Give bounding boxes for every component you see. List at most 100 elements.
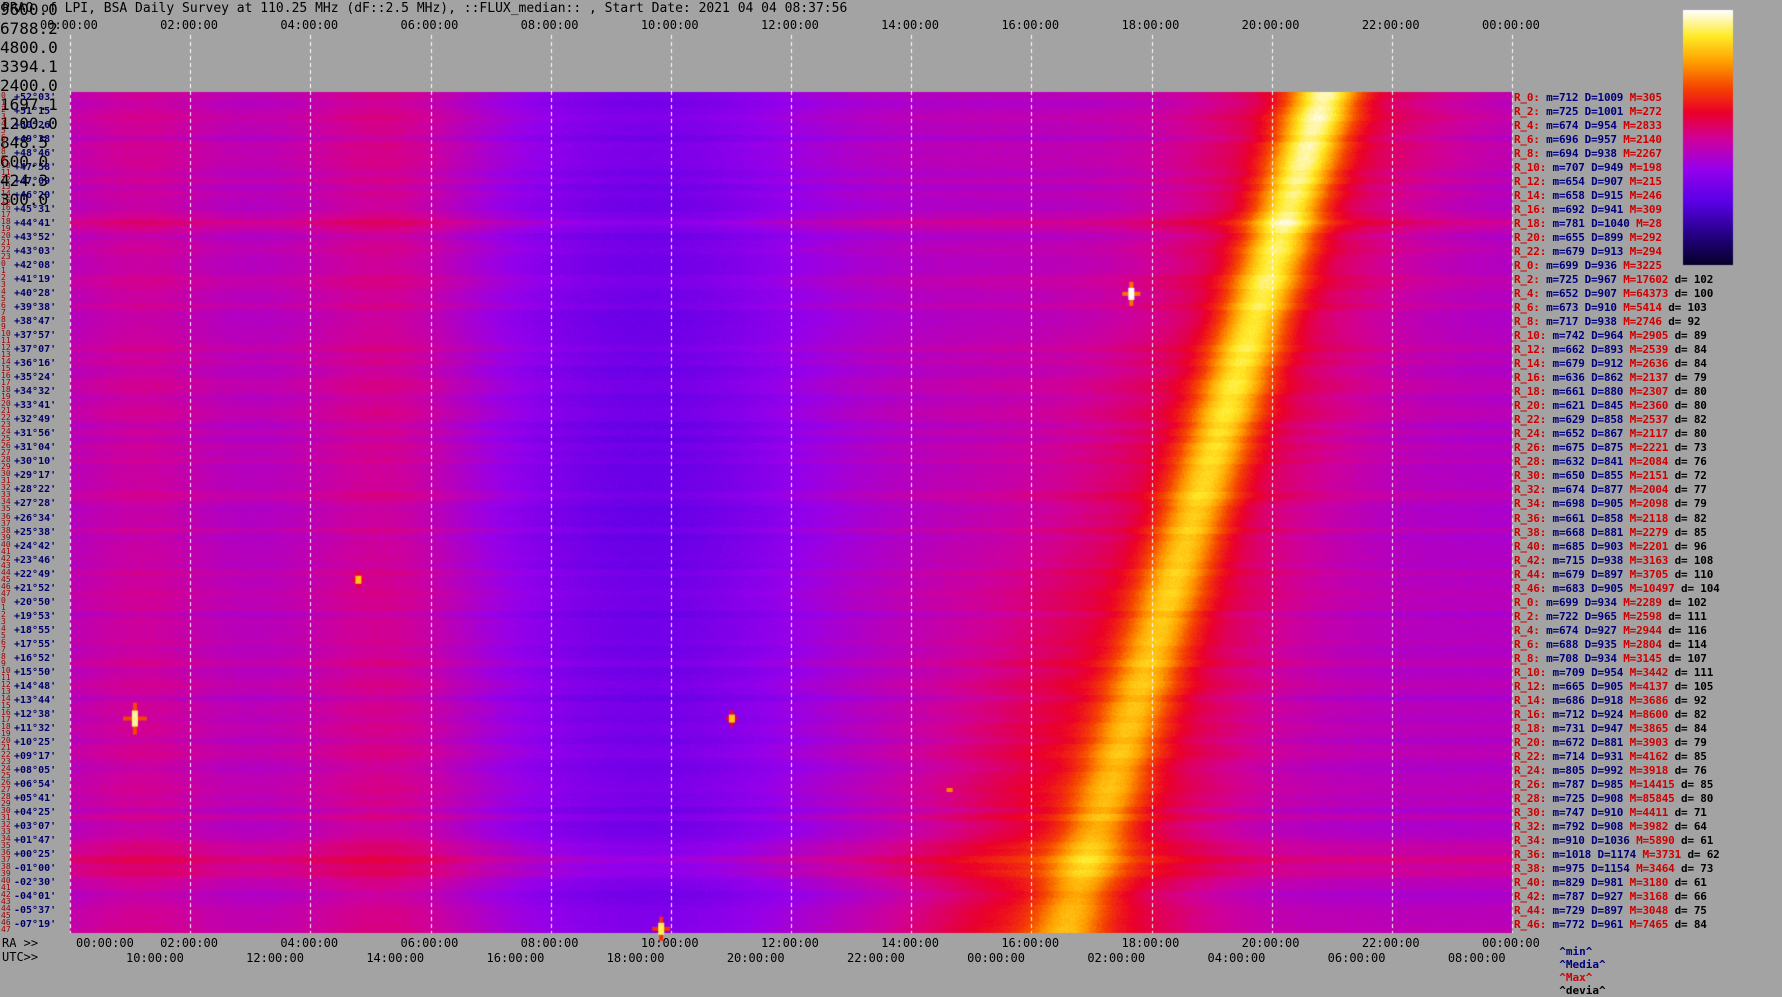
stat-D: D=992 <box>1591 763 1630 777</box>
stat-r: R_4: <box>1514 623 1547 637</box>
declination-label: +27°28' <box>14 498 57 510</box>
bottom-ra-tick-label: 00:00:00 <box>76 936 134 950</box>
stat-r: R_38: <box>1514 861 1553 875</box>
stat-D: D=897 <box>1591 903 1630 917</box>
stat-r: R_2: <box>1514 273 1547 287</box>
beam-stat-row: R_38: m=975 D=1154 M=3464 d= 73 <box>1514 862 1720 875</box>
bottom-ra-tick-label: 20:00:00 <box>1241 936 1300 950</box>
stat-D: D=927 <box>1584 623 1624 637</box>
stat-m: m=747 <box>1552 805 1592 819</box>
beam-stat-row: R_24: m=805 D=992 M=3918 d= 76 <box>1514 764 1713 777</box>
declination-label: -05°37' <box>14 904 57 916</box>
stat-m: m=632 <box>1552 455 1592 469</box>
stat-D: D=915 <box>1591 189 1630 203</box>
declination-label: +30°10' <box>14 456 57 468</box>
stat-M: M=2833 <box>1623 119 1669 133</box>
stat-m: m=910 <box>1552 833 1592 847</box>
stat-m: m=679 <box>1552 357 1592 371</box>
stat-d: d= 111 <box>1674 665 1720 679</box>
declination-label: +13°44' <box>14 694 57 706</box>
stats-legend: ^min^ ^Media^ ^Max^ ^devia^ <box>1546 932 1605 997</box>
stat-M: M=2201 <box>1629 539 1675 553</box>
declination-label: +15°50' <box>14 666 57 678</box>
stat-m: m=661 <box>1552 385 1592 399</box>
declination-label: +12°38' <box>14 708 57 720</box>
stat-D: D=858 <box>1591 511 1630 525</box>
stat-m: m=674 <box>1546 623 1585 637</box>
stat-r: R_34: <box>1514 497 1553 511</box>
stat-r: R_18: <box>1514 217 1553 231</box>
stat-d: d= 85 <box>1674 525 1714 539</box>
stat-M: M=2804 <box>1623 637 1669 651</box>
stat-m: m=674 <box>1552 483 1592 497</box>
stat-d: d= 96 <box>1674 539 1714 553</box>
declination-label: +00°25' <box>14 848 57 860</box>
stat-d: d= 82 <box>1674 413 1714 427</box>
stat-M: M=3163 <box>1629 553 1675 567</box>
stat-m: m=655 <box>1552 231 1592 245</box>
stat-D: D=910 <box>1591 805 1630 819</box>
declination-label: +46°20' <box>14 190 57 202</box>
stat-D: D=880 <box>1591 385 1630 399</box>
stat-m: m=694 <box>1546 147 1585 161</box>
stat-D: D=858 <box>1591 413 1630 427</box>
declination-label: +14°48' <box>14 680 57 692</box>
stat-r: R_14: <box>1514 693 1553 707</box>
stat-m: m=621 <box>1552 399 1592 413</box>
stat-r: R_14: <box>1514 189 1553 203</box>
beam-stat-row: R_2: m=722 D=965 M=2598 d= 111 <box>1514 610 1713 623</box>
beam-stat-row: R_18: m=661 D=880 M=2307 d= 80 <box>1514 385 1713 398</box>
stat-D: D=934 <box>1584 651 1624 665</box>
stat-M: M=3918 <box>1629 763 1675 777</box>
stat-D: D=897 <box>1591 567 1630 581</box>
stat-M: M=3731 <box>1642 847 1688 861</box>
stat-r: R_8: <box>1514 147 1547 161</box>
top-tick-label: 14:00:00 <box>881 18 939 32</box>
stat-M: M=294 <box>1629 245 1669 259</box>
stat-r: R_26: <box>1514 441 1553 455</box>
bottom-utc-tick-label: 08:00:00 <box>1447 951 1506 965</box>
stat-d: d= 77 <box>1674 483 1714 497</box>
stat-m: m=674 <box>1546 119 1585 133</box>
stat-D: D=957 <box>1584 133 1624 147</box>
stat-m: m=679 <box>1552 567 1592 581</box>
declination-label: +18°55' <box>14 624 57 636</box>
stat-D: D=931 <box>1591 749 1630 763</box>
stat-d: d= 100 <box>1674 287 1720 301</box>
beam-stat-row: R_16: m=636 D=862 M=2137 d= 79 <box>1514 371 1713 384</box>
stat-M: M=3464 <box>1636 861 1682 875</box>
beam-stat-row: R_42: m=715 D=938 M=3163 d= 108 <box>1514 554 1720 567</box>
top-tick-label: 02:00:00 <box>160 18 218 32</box>
stat-M: M=5890 <box>1636 833 1682 847</box>
stat-M: M=8600 <box>1629 707 1675 721</box>
declination-label: +08°05' <box>14 764 57 776</box>
stat-D: D=855 <box>1591 469 1630 483</box>
stat-m: m=661 <box>1552 511 1592 525</box>
stat-D: D=927 <box>1591 889 1630 903</box>
stat-M: M=3705 <box>1629 567 1675 581</box>
stat-r: R_44: <box>1514 903 1553 917</box>
stat-M: M=28 <box>1636 217 1669 231</box>
stat-r: R_26: <box>1514 777 1553 791</box>
stat-r: R_36: <box>1514 847 1553 861</box>
stat-r: R_46: <box>1514 581 1553 595</box>
stat-d: d= 82 <box>1674 707 1714 721</box>
stat-M: M=2140 <box>1623 133 1669 147</box>
stat-d: d= 72 <box>1674 469 1714 483</box>
declination-label: +48°46' <box>14 148 57 160</box>
stat-r: R_40: <box>1514 539 1553 553</box>
stat-M: M=10497 <box>1629 581 1682 595</box>
declination-label: +36°16' <box>14 358 57 370</box>
bottom-utc-tick-label: 00:00:00 <box>967 951 1025 965</box>
stat-m: m=650 <box>1552 469 1592 483</box>
stat-r: R_10: <box>1514 665 1553 679</box>
stat-D: D=905 <box>1591 581 1630 595</box>
stat-D: D=924 <box>1591 707 1630 721</box>
stat-r: R_14: <box>1514 357 1553 371</box>
stat-r: R_16: <box>1514 707 1553 721</box>
beam-stat-row: R_12: m=665 D=905 M=4137 d= 105 <box>1514 680 1720 693</box>
stat-d: d= 79 <box>1674 371 1714 385</box>
bottom-ra-tick-label: 16:00:00 <box>1001 936 1060 950</box>
stat-M: M=2151 <box>1629 469 1675 483</box>
stat-D: D=1009 <box>1584 91 1630 104</box>
